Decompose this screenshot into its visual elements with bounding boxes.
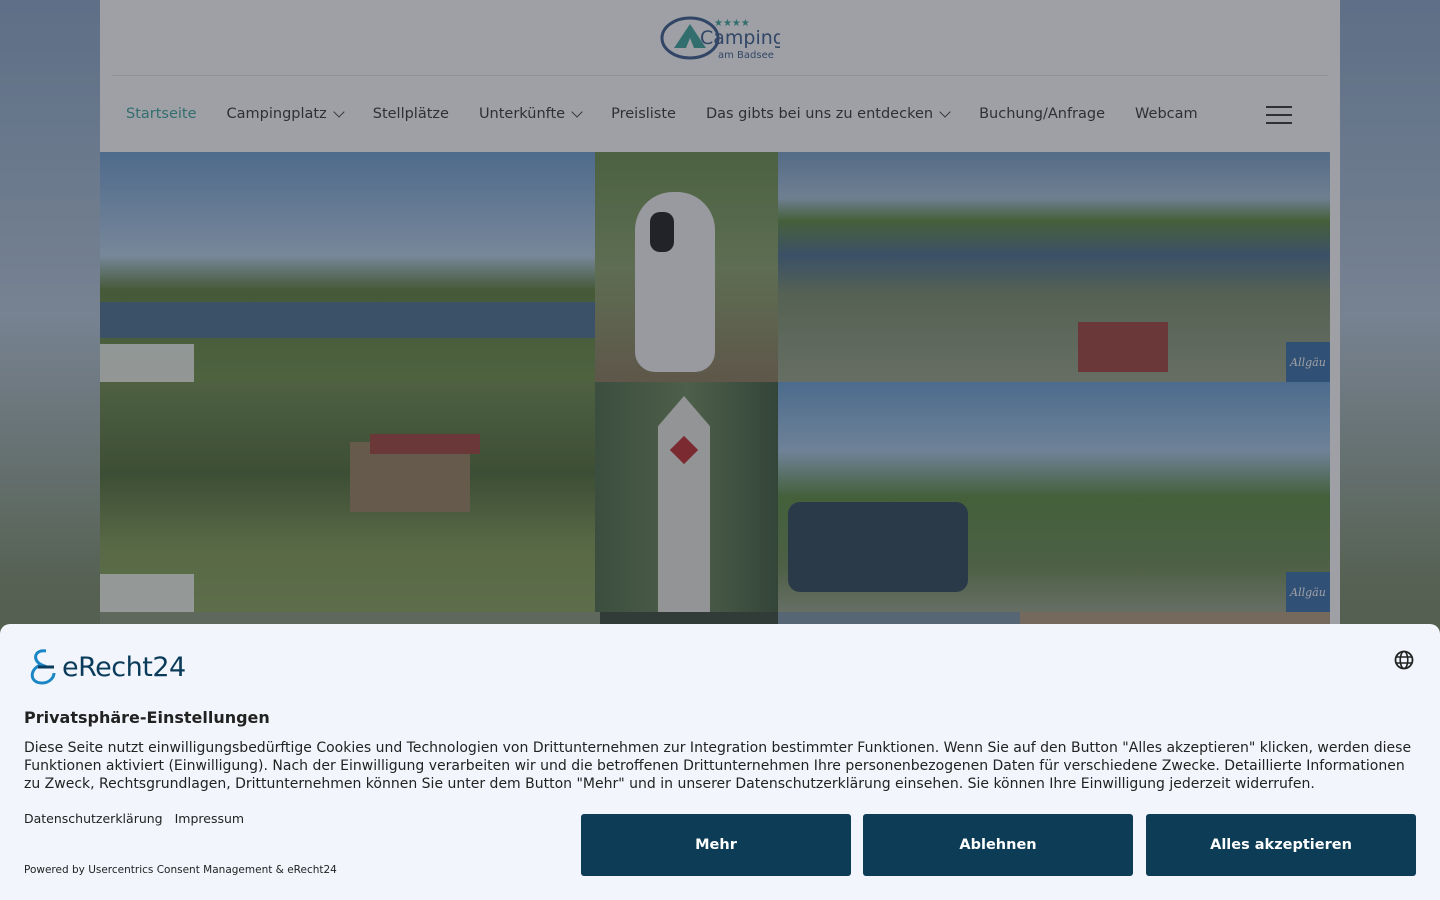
cookie-consent-banner: eRecht24 Privatsphäre-Einstellungen Dies… [0,624,1440,900]
erecht24-mark-icon [30,649,56,685]
privacy-policy-link[interactable]: Datenschutzerklärung [24,811,163,826]
powered-by-text: Powered by Usercentrics Consent Manageme… [24,864,337,876]
globe-icon[interactable] [1394,650,1414,670]
erecht24-logo: eRecht24 [24,646,1416,688]
more-button[interactable]: Mehr [581,814,851,876]
accept-all-button[interactable]: Alles akzeptieren [1146,814,1416,876]
decline-button[interactable]: Ablehnen [863,814,1133,876]
imprint-link[interactable]: Impressum [175,811,244,826]
consent-title: Privatsphäre-Einstellungen [24,708,270,727]
erecht24-brand: eRecht24 [62,651,186,683]
consent-text: Diese Seite nutzt einwilligungsbedürftig… [24,740,1412,792]
